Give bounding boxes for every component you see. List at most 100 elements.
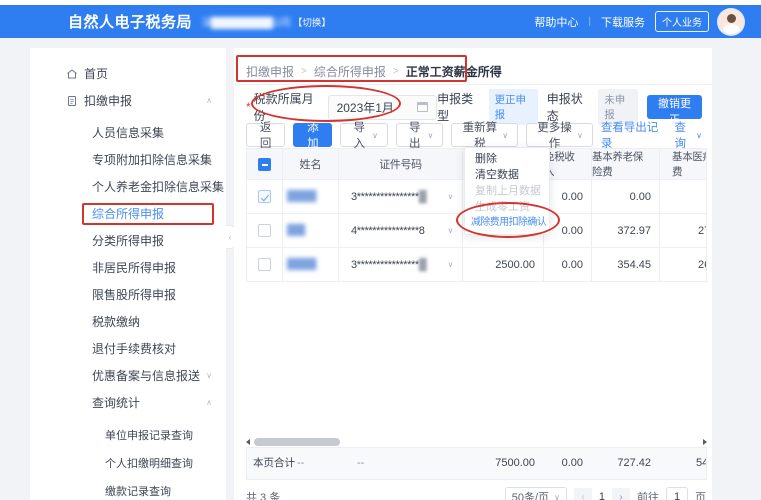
scroll-left-arrow-icon[interactable]	[246, 439, 250, 445]
scrollbar-thumb[interactable]	[254, 438, 340, 446]
import-button[interactable]: 导入 ∨	[340, 123, 387, 147]
sidebar-item-label: 退付手续费核对	[92, 340, 176, 357]
next-page-button[interactable]: ›	[612, 488, 630, 500]
row-expand-chevron-icon[interactable]: ∨	[448, 192, 453, 201]
company-name-redacted: 深██████████公司	[202, 14, 290, 29]
page-totals-row: 本页合计 -- -- 7500.00 0.00 727.42 54	[246, 447, 707, 480]
sidebar-item-unit-declaration-query[interactable]: 单位申报记录查询	[30, 421, 226, 449]
menu-item-deduction-confirm[interactable]: 减除费用扣除确认	[465, 215, 549, 231]
sidebar-item-personnel-info[interactable]: 人员信息采集	[30, 119, 226, 146]
sidebar-item-tax-payment[interactable]: 税款缴纳	[30, 308, 226, 335]
sidebar-item-label: 缴款记录查询	[105, 483, 171, 499]
sidebar-item-comprehensive-income[interactable]: 综合所得申报	[30, 200, 226, 227]
sidebar-item-label: 限售股所得申报	[92, 286, 176, 303]
breadcrumb: 扣缴申报 > 综合所得申报 > 正常工资薪金所得	[246, 62, 502, 80]
calendar-icon	[417, 102, 428, 112]
breadcrumb-comprehensive-income[interactable]: 综合所得申报	[314, 63, 386, 80]
sidebar-item-personal-withholding-query[interactable]: 个人扣缴明细查询	[30, 449, 226, 477]
row-checkbox[interactable]	[258, 258, 271, 271]
chevron-down-icon: ∨	[554, 493, 560, 500]
sidebar-item-label: 人员信息采集	[92, 124, 164, 141]
menu-item-clear-data[interactable]: 清空数据	[465, 167, 549, 183]
nav-divider: |	[588, 16, 591, 27]
chevron-down-icon: ∨	[372, 131, 378, 140]
menu-item-delete[interactable]: 删除	[465, 151, 549, 167]
redacted-name: █████	[287, 191, 315, 202]
sidebar-item-nonresident-income[interactable]: 非居民所得申报	[30, 254, 226, 281]
totals-name-dash: --	[297, 448, 304, 479]
avatar-head-icon	[727, 14, 736, 23]
avatar-body-icon	[723, 24, 740, 34]
pension-cell: 354.45	[592, 248, 660, 281]
sidebar-item-label: 个人养老金扣除信息采集	[92, 178, 224, 195]
row-checkbox-checked[interactable]	[258, 190, 271, 203]
redacted-name: ███	[287, 225, 304, 236]
income-cell: 2500.00	[463, 248, 544, 281]
add-button[interactable]: 添加	[293, 123, 332, 147]
sidebar-item-classified-income[interactable]: 分类所得申报	[30, 227, 226, 254]
top-bar: 自然人电子税务局 深██████████公司 【切换】 帮助中心 | 下载服务 …	[0, 5, 761, 38]
name-cell: █████	[283, 180, 339, 213]
chevron-up-icon: ∧	[206, 96, 212, 105]
toolbar: 返回 添加 导入 ∨ 导出 ∨ 重新算税 ∨ 更多操作 ∨ 查看导出记录 查询	[246, 122, 702, 148]
sidebar-item-personal-pension-info[interactable]: 个人养老金扣除信息采集	[30, 173, 226, 200]
totals-medical: 54	[696, 448, 707, 479]
column-name: 姓名	[283, 149, 339, 179]
download-service-link[interactable]: 下载服务	[601, 14, 645, 30]
id-cell: 3****************█ ∨	[339, 180, 463, 213]
medical-cell: 26	[660, 248, 707, 281]
column-medical-insurance: 基本医疗保险费	[660, 149, 707, 179]
switch-company-link[interactable]: 【切换】	[293, 15, 331, 29]
row-checkbox[interactable]	[258, 224, 271, 237]
row-expand-chevron-icon[interactable]: ∨	[448, 226, 453, 235]
medical-cell: 27	[660, 214, 707, 247]
app-title: 自然人电子税务局	[68, 11, 192, 32]
recalculate-tax-button[interactable]: 重新算税 ∨	[451, 123, 518, 147]
breadcrumb-current-page: 正常工资薪金所得	[406, 63, 502, 80]
sidebar-item-withholding-declaration[interactable]: 扣缴申报 ∧	[30, 87, 226, 114]
divider	[234, 84, 712, 85]
personal-business-button[interactable]: 个人业务	[655, 11, 709, 32]
sidebar-item-restricted-stock-income[interactable]: 限售股所得申报	[30, 281, 226, 308]
prev-page-button[interactable]: ‹	[574, 488, 592, 500]
sidebar-item-home[interactable]: 首页	[30, 60, 226, 87]
select-all-checkbox[interactable]	[258, 158, 271, 171]
per-page-select[interactable]: 50条/页 ∨	[505, 487, 567, 500]
view-export-records-link[interactable]: 查看导出记录	[601, 119, 659, 151]
tax-free-cell: 0.00	[544, 214, 592, 247]
query-link[interactable]: 查询 ∨	[675, 119, 702, 151]
tax-month-picker[interactable]: 2023年1月	[328, 95, 438, 120]
page: 自然人电子税务局 深██████████公司 【切换】 帮助中心 | 下载服务 …	[0, 0, 761, 500]
scroll-right-arrow-icon[interactable]	[703, 439, 707, 445]
export-button[interactable]: 导出 ∨	[396, 123, 443, 147]
query-label: 查询	[675, 119, 693, 151]
menu-item-generate-zero-salary-disabled: 生成零工资	[465, 199, 549, 215]
breadcrumb-withholding[interactable]: 扣缴申报	[246, 63, 294, 80]
sidebar-item-refund-fee-check[interactable]: 退付手续费核对	[30, 335, 226, 362]
revoke-correction-button[interactable]: 撤销更正	[647, 95, 702, 119]
sidebar-item-label: 查询统计	[92, 394, 140, 411]
goto-page-label: 前往	[637, 489, 659, 500]
row-expand-chevron-icon[interactable]: ∨	[448, 260, 453, 269]
totals-id-dash: --	[357, 448, 364, 479]
filter-row: * 税款所属月份 2023年1月 申报类型 更正申报 申报状态 未申报 撤销更正	[246, 92, 702, 122]
row-select-cell	[247, 248, 283, 281]
medical-cell	[660, 180, 707, 213]
totals-pension: 727.42	[591, 448, 659, 479]
more-operations-button[interactable]: 更多操作 ∨	[526, 123, 593, 147]
sidebar-item-label: 非居民所得申报	[92, 259, 176, 276]
sidebar-item-special-deduction-info[interactable]: 专项附加扣除信息采集	[30, 146, 226, 173]
back-button[interactable]: 返回	[246, 123, 285, 147]
tax-free-cell: 0.00	[544, 180, 592, 213]
help-center-link[interactable]: 帮助中心	[534, 14, 578, 30]
row-select-cell	[247, 214, 283, 247]
chevron-up-icon: ∧	[206, 398, 212, 407]
more-operations-menu: 删除 清空数据 复制上月数据 生成零工资 减除费用扣除确认	[464, 147, 550, 235]
goto-page-input[interactable]	[666, 487, 688, 500]
sidebar-item-query-statistics[interactable]: 查询统计 ∧	[30, 389, 226, 416]
sidebar-item-preferential-filing[interactable]: 优惠备案与信息报送 ∨	[30, 362, 226, 389]
sidebar-item-payment-record-query[interactable]: 缴款记录查询	[30, 477, 226, 500]
user-avatar[interactable]	[719, 10, 743, 34]
chevron-down-icon: ∨	[206, 371, 212, 380]
sidebar-item-label: 个人扣缴明细查询	[105, 455, 193, 471]
